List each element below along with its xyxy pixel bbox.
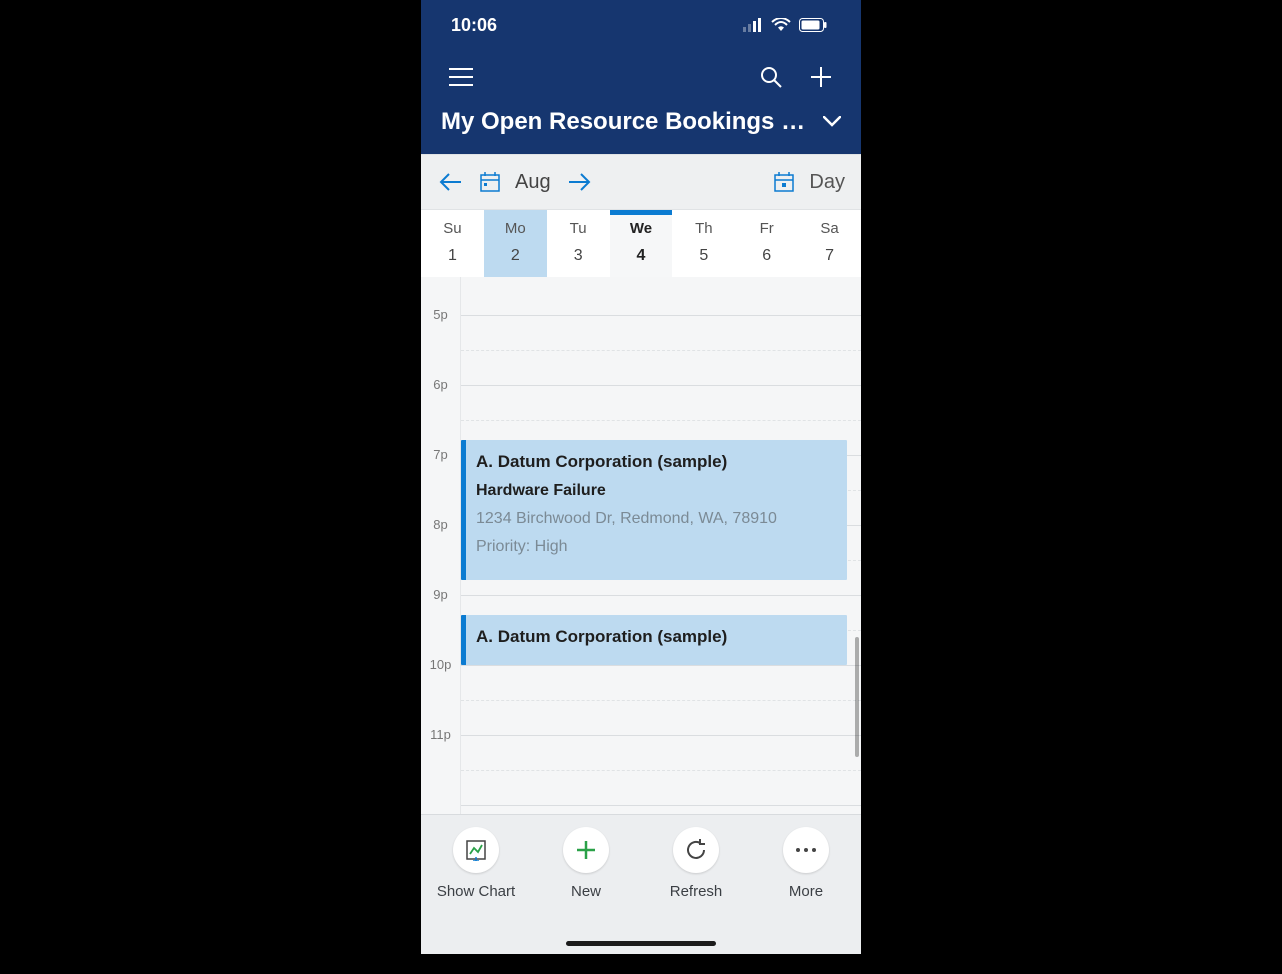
battery-icon — [799, 18, 827, 32]
action-label: New — [571, 883, 601, 900]
hour-label: 6p — [421, 377, 460, 392]
new-button[interactable]: New — [536, 827, 636, 900]
event-address: 1234 Birchwood Dr, Redmond, WA, 78910 — [476, 510, 833, 528]
weekday-th[interactable]: Th5 — [672, 210, 735, 277]
bottom-action-bar: Show Chart New Refresh More — [421, 814, 861, 954]
weekday-tu[interactable]: Tu3 — [547, 210, 610, 277]
arrow-right-icon — [567, 172, 591, 192]
event-priority: Priority: High — [476, 538, 833, 556]
app-bar — [421, 50, 861, 104]
arrow-left-icon — [439, 172, 463, 192]
hour-gutter: 5p 6p 7p 8p 9p 10p 11p — [421, 277, 461, 814]
weekday-we[interactable]: We4 — [610, 210, 673, 277]
event-title: A. Datum Corporation (sample) — [476, 627, 833, 647]
plus-icon — [575, 839, 597, 861]
home-indicator[interactable] — [566, 941, 716, 946]
week-header: Su1 Mo2 Tu3 We4 Th5 Fr6 Sa7 — [421, 210, 861, 277]
scrollbar[interactable] — [855, 637, 859, 757]
action-label: Show Chart — [437, 883, 515, 900]
view-mode-label[interactable]: Day — [809, 171, 845, 194]
hour-label: 10p — [421, 657, 460, 672]
search-button[interactable] — [753, 59, 789, 95]
hour-label: 11p — [421, 727, 460, 742]
weekday-mo[interactable]: Mo2 — [484, 210, 547, 277]
day-schedule[interactable]: 5p 6p 7p 8p 9p 10p 11p A. Datum C — [421, 277, 861, 814]
show-chart-button[interactable]: Show Chart — [426, 827, 526, 900]
search-icon — [759, 65, 783, 89]
booking-event[interactable]: A. Datum Corporation (sample) — [461, 615, 847, 665]
weekday-sa[interactable]: Sa7 — [798, 210, 861, 277]
month-label: Aug — [515, 171, 551, 194]
action-label: More — [789, 883, 823, 900]
calendar-icon[interactable] — [479, 171, 501, 193]
phone-frame: 10:06 My Open Resource Bookings (Fiel... — [421, 0, 861, 954]
weekday-su[interactable]: Su1 — [421, 210, 484, 277]
event-subtitle: Hardware Failure — [476, 482, 833, 500]
view-calendar-icon[interactable] — [773, 171, 795, 193]
hour-label: 8p — [421, 517, 460, 532]
status-time: 10:06 — [451, 15, 497, 36]
signal-icon — [743, 18, 763, 32]
date-nav: Aug Day — [421, 154, 861, 210]
plus-icon — [809, 65, 833, 89]
refresh-icon — [684, 838, 708, 862]
hour-label: 9p — [421, 587, 460, 602]
wifi-icon — [771, 18, 791, 32]
more-button[interactable]: More — [756, 827, 856, 900]
more-icon — [795, 847, 817, 853]
view-switcher[interactable]: My Open Resource Bookings (Fiel... — [421, 104, 861, 154]
status-icons — [743, 18, 827, 32]
action-label: Refresh — [670, 883, 723, 900]
menu-button[interactable] — [443, 59, 479, 95]
booking-event[interactable]: A. Datum Corporation (sample) Hardware F… — [461, 440, 847, 580]
event-title: A. Datum Corporation (sample) — [476, 452, 833, 472]
status-bar: 10:06 — [421, 0, 861, 50]
weekday-fr[interactable]: Fr6 — [735, 210, 798, 277]
next-button[interactable] — [565, 168, 593, 196]
hour-label: 5p — [421, 307, 460, 322]
hour-label: 7p — [421, 447, 460, 462]
schedule-grid[interactable]: A. Datum Corporation (sample) Hardware F… — [461, 277, 861, 814]
hamburger-icon — [449, 68, 473, 86]
view-title: My Open Resource Bookings (Fiel... — [441, 108, 813, 136]
chevron-down-icon — [823, 116, 841, 128]
add-button[interactable] — [803, 59, 839, 95]
chart-icon — [465, 839, 487, 861]
prev-button[interactable] — [437, 168, 465, 196]
refresh-button[interactable]: Refresh — [646, 827, 746, 900]
